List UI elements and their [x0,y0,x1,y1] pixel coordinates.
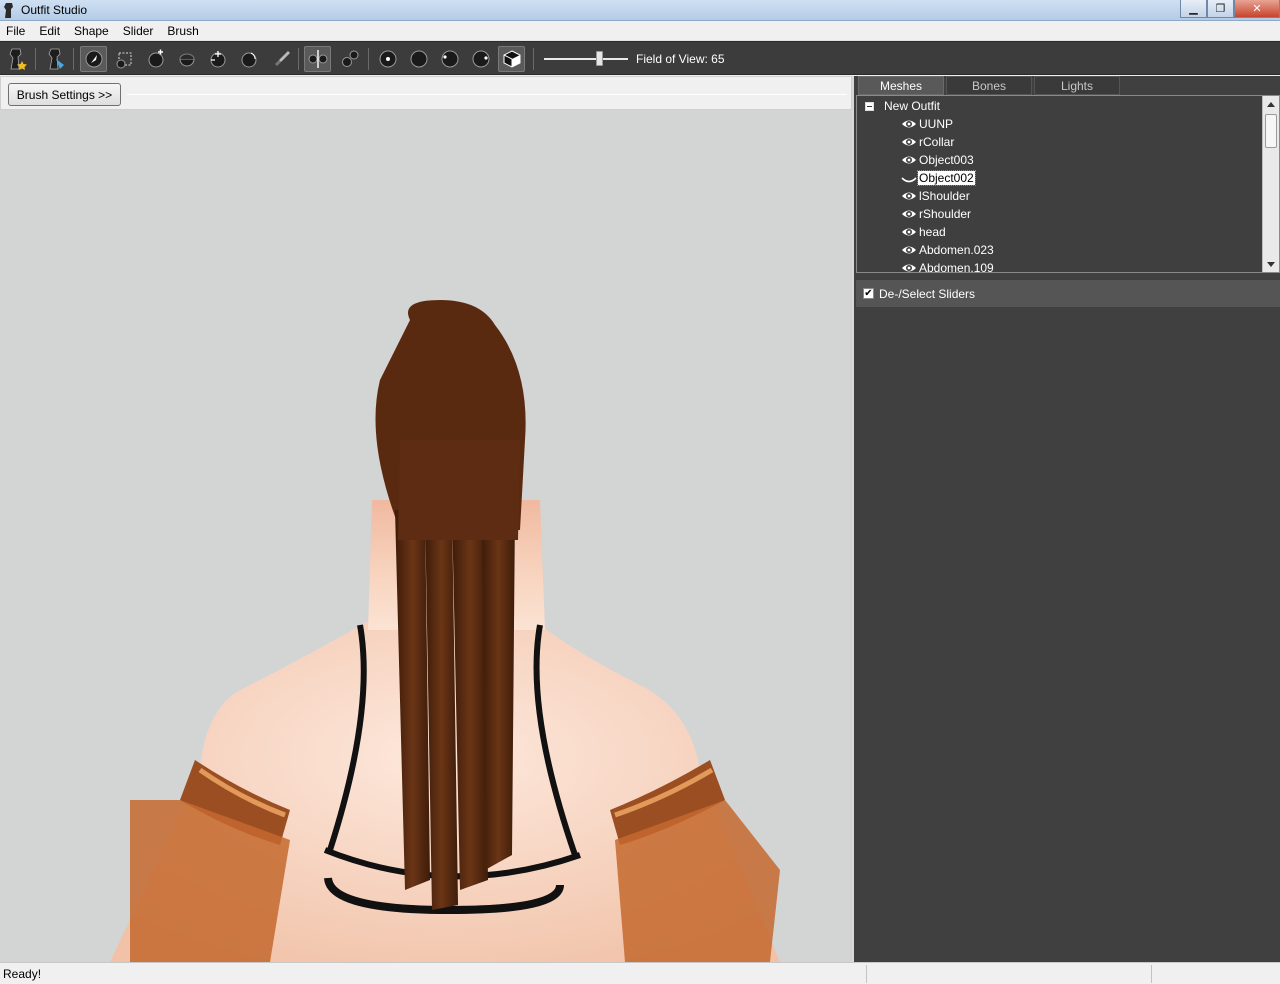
eye-icon[interactable] [901,118,917,130]
fov-slider-thumb[interactable] [596,51,603,66]
menu-bar: File Edit Shape Slider Brush [0,21,1280,41]
tree-item[interactable]: head [901,223,947,241]
tree-item-label: Object002 [917,170,976,186]
texture-icon [472,50,489,68]
window-title: Outfit Studio [21,3,88,17]
reference-icon [48,48,64,70]
eye-icon[interactable] [901,136,917,148]
move-icon [210,51,225,68]
sliders-header: ✔ De-/Select Sliders [856,280,1280,307]
tab-bones[interactable]: Bones [946,76,1032,95]
paintbrush-icon [274,51,290,66]
cube-icon [503,50,520,68]
mirror-icon [308,50,327,68]
textures-button[interactable] [467,46,494,72]
menu-edit[interactable]: Edit [32,21,67,41]
collapse-icon[interactable] [865,101,874,111]
tree-item[interactable]: rCollar [901,133,955,151]
tree-item-label: lShoulder [919,189,970,203]
eye-icon[interactable] [901,226,917,238]
connected-icon [341,50,358,67]
eye-icon[interactable] [901,208,917,220]
lighting-icon [441,50,458,68]
inflate-icon [148,49,163,68]
tree-item[interactable]: UUNP [901,115,954,133]
mesh-cube-button[interactable] [498,46,525,72]
vertex-dot-icon [379,50,396,68]
tree-item-label: head [919,225,946,239]
wireframe-button[interactable] [405,46,432,72]
eye-closed-icon[interactable] [901,172,917,184]
menu-shape[interactable]: Shape [67,21,116,41]
tree-root-label: New Outfit [884,99,941,113]
tree-item[interactable]: Abdomen.109 [901,259,995,273]
weight-brush-button[interactable] [268,46,295,72]
menu-brush[interactable]: Brush [160,21,205,41]
show-points-button[interactable] [374,46,401,72]
divider [127,94,847,95]
scroll-thumb[interactable] [1265,114,1277,148]
lighting-button[interactable] [436,46,463,72]
status-text: Ready! [3,967,42,981]
select-brush-button[interactable] [80,46,107,72]
sliders-header-label: De-/Select Sliders [879,286,976,301]
menu-slider[interactable]: Slider [116,21,161,41]
app-icon [4,3,13,18]
move-brush-button[interactable] [204,46,231,72]
x-mirror-button[interactable] [304,46,331,72]
tree-scrollbar[interactable] [1262,96,1279,272]
toolbar: Field of View: 65 [0,41,1280,75]
smooth-brush-button[interactable] [235,46,262,72]
wireframe-icon [410,50,427,68]
deflate-icon [178,53,195,67]
new-outfit-icon [9,48,27,70]
mask-brush-button[interactable] [111,46,138,72]
reference-button[interactable] [42,46,69,72]
close-button[interactable]: ✕ [1234,0,1280,18]
status-bar: Ready! [0,962,1280,984]
tree-root[interactable]: New Outfit [865,99,940,113]
tree-item[interactable]: Abdomen.023 [901,241,995,259]
tree-item[interactable]: lShoulder [901,187,971,205]
tree-item-label: rCollar [919,135,955,149]
scroll-up-arrow[interactable] [1263,96,1279,112]
tab-meshes[interactable]: Meshes [858,76,944,95]
scroll-down-arrow[interactable] [1263,256,1279,272]
mesh-tree[interactable]: New Outfit UUNP rCollar Object003 Object002… [856,95,1280,273]
inflate-brush-button[interactable] [142,46,169,72]
3d-viewport[interactable] [0,110,852,962]
menu-file[interactable]: File [0,21,32,41]
maximize-button[interactable]: ❐ [1207,0,1234,18]
tree-item-label: Abdomen.109 [919,261,994,273]
fov-slider-track[interactable] [544,58,628,60]
minimize-button[interactable]: ▁ [1180,0,1207,18]
eye-icon[interactable] [901,244,917,256]
title-bar: Outfit Studio ▁ ❐ ✕ [0,0,1280,21]
right-panel: Meshes Bones Lights New Outfit UUNP rColl… [852,76,1280,962]
eye-icon[interactable] [901,154,917,166]
tree-item-label: Abdomen.023 [919,243,994,257]
model-render [110,300,780,962]
select-arrow-icon [85,50,102,68]
brush-settings-button[interactable]: Brush Settings >> [8,83,121,106]
tree-item[interactable]: rShoulder [901,205,972,223]
mask-icon [116,52,131,69]
connected-only-button[interactable] [336,46,363,72]
tree-item-label: rShoulder [919,207,972,221]
select-sliders-checkbox[interactable]: ✔ [863,288,874,299]
tab-lights[interactable]: Lights [1034,76,1120,95]
eye-icon[interactable] [901,262,917,273]
tree-item[interactable]: Object002 [901,169,976,187]
fov-label: Field of View: 65 [636,52,725,66]
tree-item[interactable]: Object003 [901,151,975,169]
eye-icon[interactable] [901,190,917,202]
tree-item-label: UUNP [919,117,954,131]
new-outfit-button[interactable] [3,46,30,72]
smooth-icon [241,52,256,68]
brush-settings-bar: Brush Settings >> [0,76,852,110]
deflate-brush-button[interactable] [173,46,200,72]
panel-tabs: Meshes Bones Lights [858,76,1122,95]
tree-item-label: Object003 [919,153,974,167]
